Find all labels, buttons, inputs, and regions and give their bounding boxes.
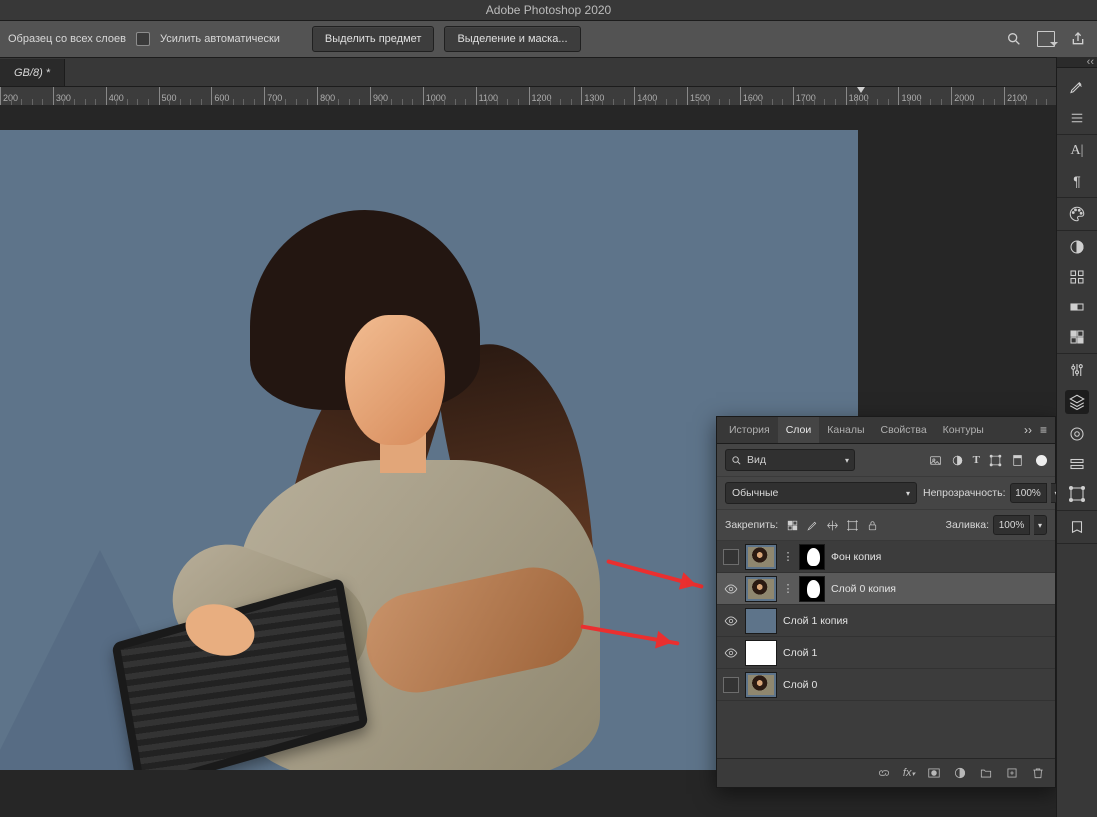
filter-type-icon[interactable]: T [973, 454, 980, 466]
character-icon[interactable]: A| [1067, 141, 1087, 161]
filter-adjustment-icon[interactable] [951, 454, 964, 467]
layer-row[interactable]: ⋮ Фон копия [717, 541, 1055, 573]
subject-figure [90, 210, 610, 770]
right-dock: ‹‹ A| ¶ [1056, 57, 1097, 817]
opacity-label: Непрозрачность: [923, 487, 1006, 499]
lock-brush-icon[interactable] [806, 519, 819, 532]
filter-image-icon[interactable] [929, 454, 942, 467]
document-tabs: GB/8) * [0, 58, 1097, 87]
select-subject-button[interactable]: Выделить предмет [312, 26, 435, 52]
layer-thumbnail[interactable] [745, 672, 777, 698]
filter-smart-icon[interactable] [1011, 454, 1024, 467]
layer-name[interactable]: Слой 0 копия [831, 583, 896, 595]
layer-row[interactable]: Слой 0 [717, 669, 1055, 701]
layers-panel: История Слои Каналы Свойства Контуры ›› … [716, 416, 1056, 788]
document-tab[interactable]: GB/8) * [0, 59, 65, 86]
blend-mode-select[interactable]: Обычные ▾ [725, 482, 917, 504]
layers-dock-icon[interactable] [1065, 390, 1089, 414]
learn-icon[interactable] [1067, 517, 1087, 537]
layer-name[interactable]: Слой 0 [783, 679, 817, 691]
visibility-toggle[interactable] [723, 677, 739, 693]
properties-dock-icon[interactable] [1067, 454, 1087, 474]
filter-shape-icon[interactable] [989, 454, 1002, 467]
fill-dropdown[interactable]: ▾ [1034, 515, 1047, 535]
paths-dock-icon[interactable] [1067, 484, 1087, 504]
layer-thumbnail[interactable] [745, 544, 777, 570]
title-bar: Adobe Photoshop 2020 [0, 0, 1097, 21]
delete-layer-icon[interactable] [1031, 766, 1045, 780]
layer-thumbnail[interactable] [745, 608, 777, 634]
tab-history[interactable]: История [721, 417, 778, 443]
fill-value[interactable]: 100% [993, 515, 1030, 535]
gradients-icon[interactable] [1067, 297, 1087, 317]
tab-properties[interactable]: Свойства [873, 417, 935, 443]
layer-list: ⋮ Фон копия ⋮ Слой 0 копия Слой 1 копия Слой … [717, 541, 1055, 758]
lock-all-icon[interactable] [866, 519, 879, 532]
patterns-icon[interactable] [1067, 267, 1087, 287]
new-layer-icon[interactable] [1005, 766, 1019, 780]
sample-all-layers-label: Образец со всех слоев [8, 33, 126, 45]
libraries-icon[interactable] [1067, 424, 1087, 444]
dock-collapse-icon[interactable]: ‹‹ [1057, 57, 1097, 68]
panel-collapse-icon[interactable]: ›› [1024, 423, 1032, 437]
mask-link-icon[interactable]: ⋮ [783, 582, 793, 595]
layer-mask-thumbnail[interactable] [799, 544, 825, 570]
layer-mask-icon[interactable] [927, 766, 941, 780]
link-layers-icon[interactable] [877, 766, 891, 780]
visibility-toggle[interactable] [723, 613, 739, 629]
select-and-mask-button[interactable]: Выделение и маска... [444, 26, 580, 52]
swatches-icon[interactable] [1067, 237, 1087, 257]
fill-label: Заливка: [946, 519, 989, 531]
visibility-toggle[interactable] [723, 581, 739, 597]
visibility-toggle[interactable] [723, 645, 739, 661]
enhance-auto-checkbox[interactable] [136, 32, 150, 46]
paragraph-icon[interactable]: ¶ [1067, 171, 1087, 191]
tab-layers[interactable]: Слои [778, 417, 820, 443]
search-icon[interactable] [1003, 28, 1025, 50]
filter-toggle-switch[interactable] [1036, 455, 1047, 466]
tab-paths[interactable]: Контуры [935, 417, 992, 443]
lock-pixels-icon[interactable] [786, 519, 799, 532]
lock-artboard-icon[interactable] [846, 519, 859, 532]
lock-label: Закрепить: [725, 519, 778, 531]
layer-row[interactable]: Слой 1 [717, 637, 1055, 669]
tab-channels[interactable]: Каналы [819, 417, 872, 443]
panel-footer: fx▾ [717, 758, 1055, 787]
share-icon[interactable] [1067, 28, 1089, 50]
adjustments-dock-icon[interactable] [1067, 360, 1087, 380]
layer-row[interactable]: ⋮ Слой 0 копия [717, 573, 1055, 605]
styles-icon[interactable] [1067, 327, 1087, 347]
blend-mode-value: Обычные [732, 487, 778, 499]
options-bar: Образец со всех слоев Усилить автоматиче… [0, 21, 1097, 58]
group-layers-icon[interactable] [979, 766, 993, 780]
layer-row[interactable]: Слой 1 копия [717, 605, 1055, 637]
screen-mode-icon[interactable] [1035, 28, 1057, 50]
layer-thumbnail[interactable] [745, 576, 777, 602]
layer-mask-thumbnail[interactable] [799, 576, 825, 602]
lock-position-icon[interactable] [826, 519, 839, 532]
panel-menu-icon[interactable]: ≡ [1040, 423, 1047, 437]
layer-name[interactable]: Слой 1 [783, 647, 817, 659]
layer-name[interactable]: Слой 1 копия [783, 615, 848, 627]
visibility-toggle[interactable] [723, 549, 739, 565]
brush-settings-icon[interactable] [1067, 78, 1087, 98]
adjustment-layer-icon[interactable] [953, 766, 967, 780]
panel-tabs: История Слои Каналы Свойства Контуры ›› … [717, 417, 1055, 444]
brushes-icon[interactable] [1067, 108, 1087, 128]
layer-style-icon[interactable]: fx▾ [903, 767, 915, 779]
enhance-auto-label: Усилить автоматически [160, 33, 280, 45]
layer-filter-select[interactable]: Вид ▾ [725, 449, 855, 471]
layer-filter-label: Вид [747, 454, 766, 466]
opacity-value[interactable]: 100% [1010, 483, 1047, 503]
layer-thumbnail[interactable] [745, 640, 777, 666]
layer-name[interactable]: Фон копия [831, 551, 881, 563]
color-icon[interactable] [1067, 204, 1087, 224]
mask-link-icon[interactable]: ⋮ [783, 550, 793, 563]
app-title: Adobe Photoshop 2020 [486, 3, 611, 17]
